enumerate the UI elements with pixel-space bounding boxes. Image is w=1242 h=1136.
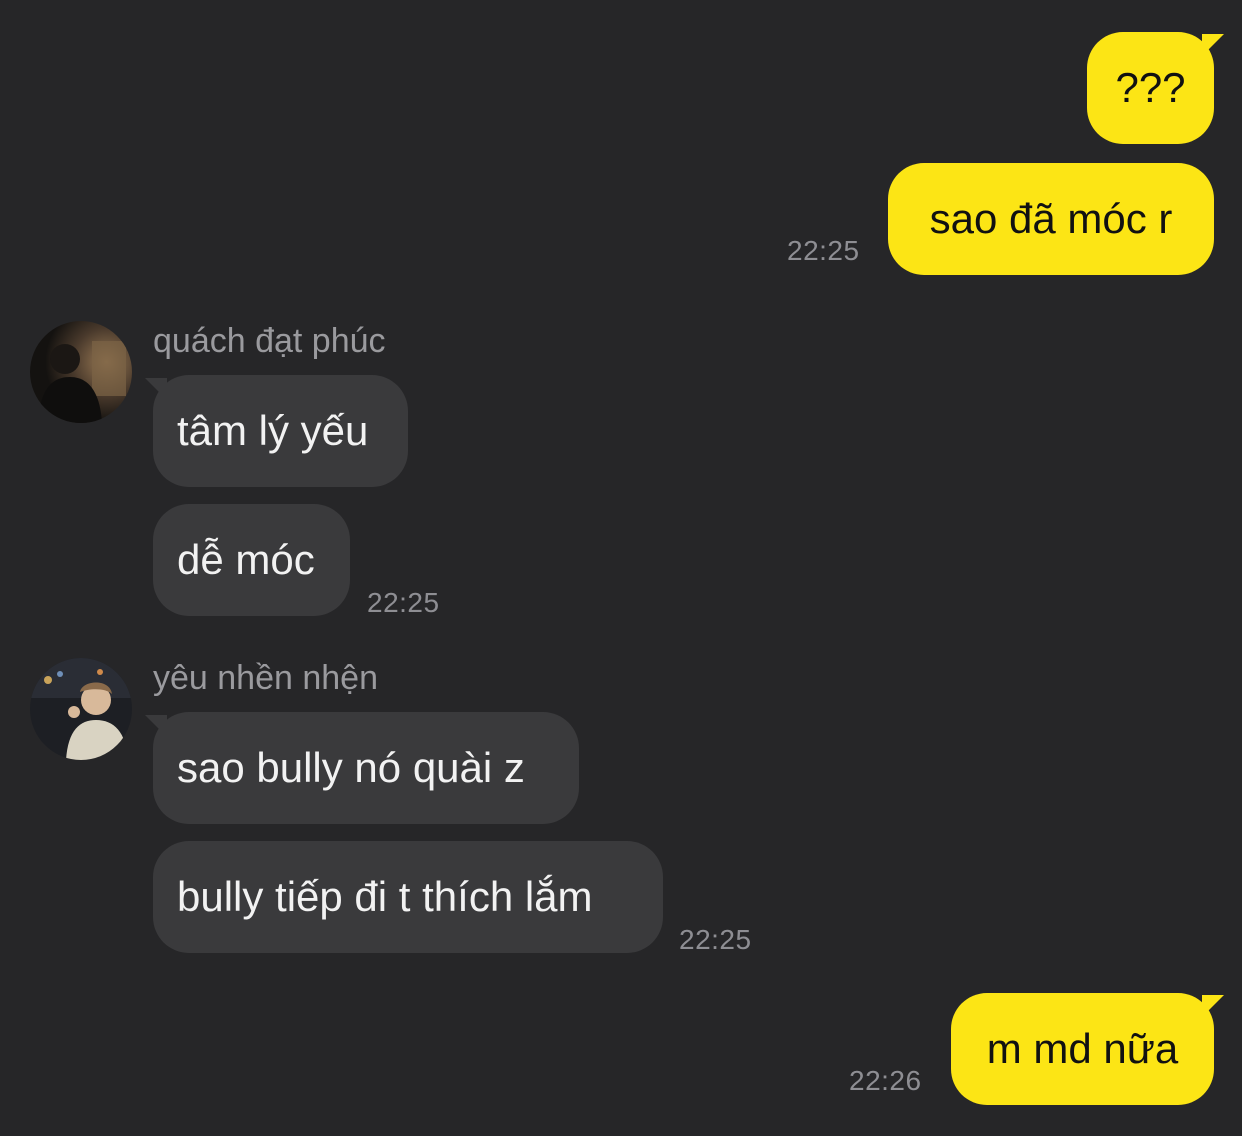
message-text: m md nữa bbox=[986, 1025, 1179, 1072]
chat-thread: ??? sao đã móc r 22:25 quách đạt phúc tâ… bbox=[0, 0, 1242, 1136]
sender-name: quách đạt phúc bbox=[153, 322, 386, 360]
message-timestamp: 22:25 bbox=[679, 924, 752, 955]
message-text: ??? bbox=[1115, 64, 1186, 111]
incoming-message-bubble[interactable]: sao bully nó quài z bbox=[153, 712, 579, 824]
message-text: tâm lý yếu bbox=[177, 407, 369, 454]
avatar-photo-icon bbox=[30, 658, 132, 760]
message-text: dễ móc bbox=[177, 536, 315, 583]
incoming-message-bubble[interactable]: bully tiếp đi t thích lắm bbox=[153, 841, 663, 953]
outgoing-message-bubble[interactable]: ??? bbox=[1087, 32, 1214, 144]
sender-name: yêu nhền nhện bbox=[153, 659, 378, 697]
message-text: sao đã móc r bbox=[929, 195, 1173, 242]
message-timestamp: 22:26 bbox=[849, 1065, 922, 1096]
message-timestamp: 22:25 bbox=[787, 235, 860, 266]
message-timestamp: 22:25 bbox=[367, 587, 440, 618]
incoming-message-bubble[interactable]: tâm lý yếu bbox=[153, 375, 408, 487]
avatar-photo-icon bbox=[30, 321, 132, 423]
message-text: bully tiếp đi t thích lắm bbox=[177, 873, 593, 920]
avatar[interactable] bbox=[30, 321, 132, 423]
outgoing-message-bubble[interactable]: sao đã móc r bbox=[888, 163, 1214, 275]
avatar[interactable] bbox=[30, 658, 132, 760]
outgoing-message-bubble[interactable]: m md nữa bbox=[951, 993, 1214, 1105]
incoming-message-bubble[interactable]: dễ móc bbox=[153, 504, 350, 616]
message-text: sao bully nó quài z bbox=[177, 744, 525, 791]
